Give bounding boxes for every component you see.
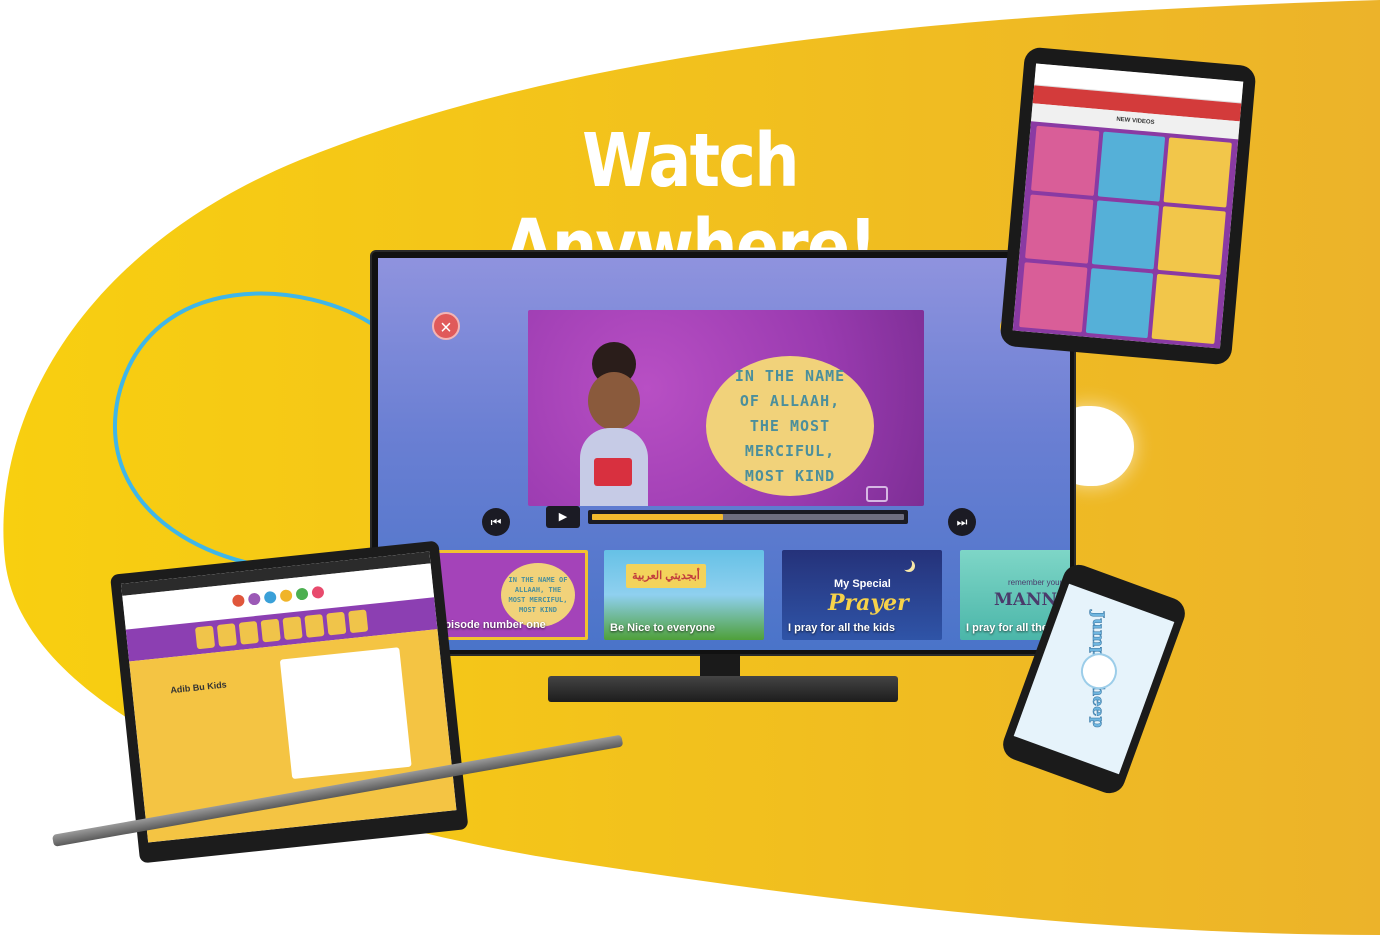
laptop-content: Adib Bu Kids (129, 629, 457, 843)
thumbnail-caption: Be Nice to everyone (610, 622, 716, 634)
category-tile[interactable] (348, 609, 369, 634)
video-tile[interactable] (1163, 137, 1232, 208)
episode-carousel: IN THE NAME OF ALLAAH, THE MOST MERCIFUL… (428, 548, 1070, 644)
laptop-page-title: Adib Bu Kids (169, 679, 228, 696)
jump-button[interactable] (1075, 648, 1123, 695)
category-tile[interactable] (326, 611, 347, 636)
thumbnail-title-top: remember your (1008, 578, 1063, 587)
play-icon[interactable]: ▶ (546, 506, 580, 528)
watermark-icon (866, 486, 888, 502)
speech-bubble: IN THE NAME OF ALLAAH, THE MOST MERCIFUL… (706, 356, 874, 496)
close-icon[interactable]: × (432, 312, 460, 340)
episode-thumbnail[interactable]: My Special Prayer I pray for all the kid… (782, 550, 942, 640)
video-player[interactable]: IN THE NAME OF ALLAAH, THE MOST MERCIFUL… (528, 310, 924, 506)
skip-next-icon[interactable]: ⏭ (948, 508, 976, 536)
skip-previous-icon[interactable]: ⏮ (482, 508, 510, 536)
tablet-device: NEW VIDEOS (999, 46, 1257, 366)
nav-icon[interactable] (279, 589, 293, 603)
video-tile[interactable] (1157, 205, 1226, 276)
category-tile[interactable] (260, 618, 281, 643)
video-tile[interactable] (1019, 262, 1088, 333)
thumbnail-flag: أبجديتي العربية (626, 564, 706, 588)
tv-stand-neck (700, 654, 740, 678)
category-tile[interactable] (238, 620, 259, 645)
home-icon[interactable] (231, 594, 245, 608)
book-icon (594, 458, 632, 486)
video-tile[interactable] (1025, 194, 1094, 265)
nav-icon[interactable] (247, 592, 261, 606)
video-tile[interactable] (1031, 125, 1100, 196)
progress-fill (592, 514, 724, 520)
thumbnail-title: Prayer (828, 590, 909, 616)
video-tile[interactable] (1091, 199, 1160, 270)
category-tile[interactable] (282, 616, 303, 641)
tablet-screen: NEW VIDEOS (1012, 63, 1244, 349)
category-tile[interactable] (194, 625, 216, 650)
thumbnail-caption: I pray for all the kids (788, 622, 895, 634)
thumbnail-bubble: IN THE NAME OF ALLAAH, THE MOST MERCIFUL… (501, 563, 575, 627)
progress-bar[interactable] (588, 510, 908, 524)
category-tile[interactable] (216, 623, 238, 647)
progress-track (592, 514, 904, 520)
characters-image (279, 647, 412, 780)
nav-icon[interactable] (311, 585, 325, 599)
thumbnail-title-top: My Special (834, 578, 891, 590)
nav-icon[interactable] (263, 590, 277, 604)
tv-stand-base (548, 676, 898, 702)
decorative-loop (113, 291, 380, 574)
video-tile[interactable] (1097, 131, 1166, 202)
tv-screen: × IN THE NAME OF ALLAAH, THE MOST MERCIF… (378, 258, 1070, 650)
category-tile[interactable] (304, 614, 325, 638)
video-tile[interactable] (1151, 274, 1220, 345)
episode-thumbnail[interactable]: أبجديتي العربية Be Nice to everyone (604, 550, 764, 640)
moon-icon (900, 558, 912, 570)
tv-device: × IN THE NAME OF ALLAAH, THE MOST MERCIF… (370, 250, 1076, 656)
tablet-video-grid (1012, 121, 1239, 349)
nav-icon[interactable] (295, 587, 309, 601)
video-tile[interactable] (1085, 268, 1154, 339)
character-head (588, 372, 640, 430)
